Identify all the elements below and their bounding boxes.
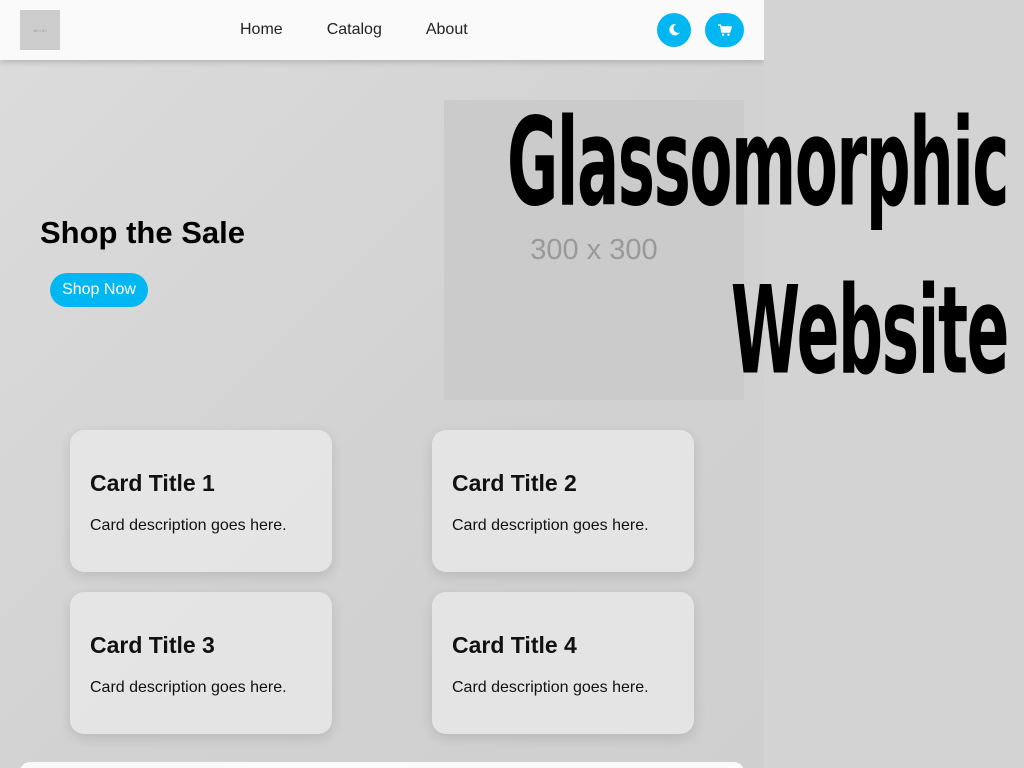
cart-icon [717,23,732,36]
card-description: Card description goes here. [90,517,287,534]
logo-placeholder-text: 60 x 60 [33,27,47,33]
card-title: Card Title 2 [452,470,577,496]
card: Card Title 2 Card description goes here. [432,430,694,572]
theme-toggle-button[interactable] [657,13,691,47]
footer-edge [20,762,744,768]
overlay-title-line-1: Glassomorphic [506,92,1010,234]
nav-link-about[interactable]: About [426,21,468,39]
hero-title: Shop the Sale [40,215,245,250]
nav-link-home[interactable]: Home [240,21,283,39]
card-title: Card Title 1 [90,470,215,496]
nav-links: Home Catalog About [240,0,468,60]
nav-link-catalog[interactable]: Catalog [327,21,382,39]
card-description: Card description goes here. [452,517,649,534]
logo-placeholder[interactable]: 60 x 60 [20,10,60,50]
moon-icon [669,23,680,36]
card: Card Title 4 Card description goes here. [432,592,694,734]
card-title: Card Title 3 [90,632,215,658]
shop-now-button[interactable]: Shop Now [50,273,148,307]
navbar: 60 x 60 Home Catalog About [0,0,764,60]
card: Card Title 1 Card description goes here. [70,430,332,572]
cart-button[interactable] [705,13,744,47]
card-description: Card description goes here. [90,679,287,696]
card-description: Card description goes here. [452,679,649,696]
card-title: Card Title 4 [452,632,577,658]
overlay-title-line-2: Website [730,260,1010,402]
card: Card Title 3 Card description goes here. [70,592,332,734]
hero-image-placeholder-text: 300 x 300 [530,233,658,266]
